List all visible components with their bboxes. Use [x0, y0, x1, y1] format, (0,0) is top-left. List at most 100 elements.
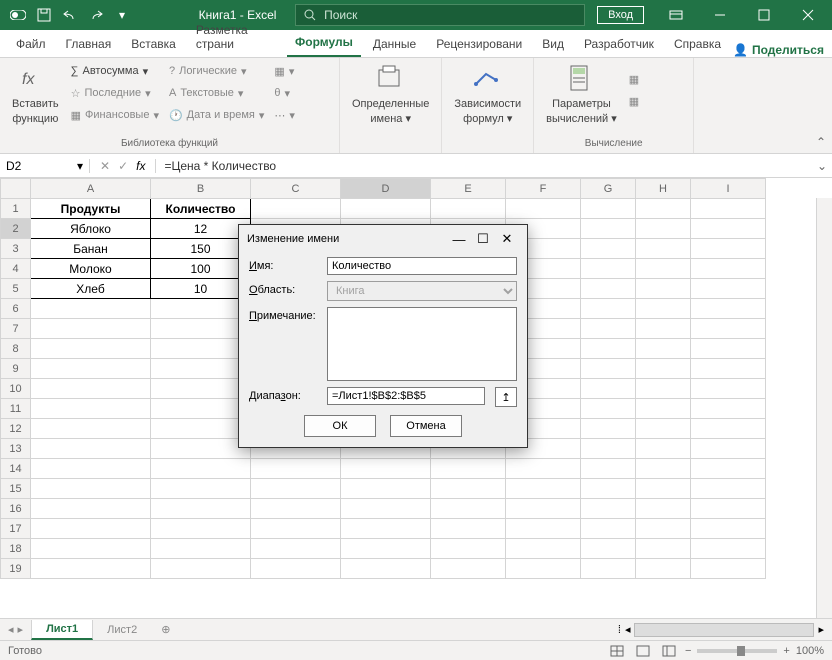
cell[interactable]: [341, 479, 431, 499]
col-header-D[interactable]: D: [341, 179, 431, 199]
cell[interactable]: [581, 219, 636, 239]
cell[interactable]: [581, 539, 636, 559]
cell[interactable]: [31, 499, 151, 519]
cell[interactable]: [506, 459, 581, 479]
col-header-C[interactable]: C: [251, 179, 341, 199]
enter-formula-icon[interactable]: ✓: [118, 159, 128, 173]
formula-input[interactable]: =Цена * Количество: [156, 159, 812, 173]
cell[interactable]: [636, 479, 691, 499]
cell[interactable]: [691, 239, 766, 259]
zoom-level[interactable]: 100%: [796, 645, 824, 657]
sheet-nav-prev-icon[interactable]: ◂: [8, 623, 14, 636]
row-header[interactable]: 16: [1, 499, 31, 519]
row-header[interactable]: 11: [1, 399, 31, 419]
cancel-formula-icon[interactable]: ✕: [100, 159, 110, 173]
cell[interactable]: [691, 299, 766, 319]
cell[interactable]: [691, 479, 766, 499]
cell[interactable]: [151, 399, 251, 419]
cell[interactable]: [31, 559, 151, 579]
zoom-slider[interactable]: [697, 649, 777, 653]
row-header[interactable]: 8: [1, 339, 31, 359]
range-picker-icon[interactable]: ↥: [495, 387, 517, 407]
cell[interactable]: [151, 359, 251, 379]
cell[interactable]: [636, 319, 691, 339]
row-header[interactable]: 1: [1, 199, 31, 219]
cell[interactable]: [31, 339, 151, 359]
math-button[interactable]: θ▾: [270, 82, 299, 104]
row-header[interactable]: 12: [1, 419, 31, 439]
cell[interactable]: [691, 319, 766, 339]
cell[interactable]: [151, 559, 251, 579]
cell[interactable]: [431, 539, 506, 559]
recent-button[interactable]: ☆Последние ▾: [67, 82, 163, 104]
row-header[interactable]: 14: [1, 459, 31, 479]
tab-formulas[interactable]: Формулы: [287, 29, 361, 57]
range-input[interactable]: [327, 387, 485, 405]
cell[interactable]: [691, 379, 766, 399]
cell[interactable]: [636, 239, 691, 259]
share-button[interactable]: 👤Поделиться: [733, 43, 824, 57]
cell[interactable]: [151, 319, 251, 339]
cell[interactable]: [691, 359, 766, 379]
cell[interactable]: Продукты: [31, 199, 151, 219]
cell[interactable]: [251, 459, 341, 479]
cell[interactable]: [341, 519, 431, 539]
name-input[interactable]: [327, 257, 517, 275]
tab-help[interactable]: Справка: [666, 31, 729, 57]
cell[interactable]: [581, 499, 636, 519]
dialog-maximize-icon[interactable]: ☐: [471, 231, 495, 247]
expand-formula-bar-icon[interactable]: ⌄: [812, 159, 832, 173]
cell[interactable]: [581, 379, 636, 399]
ribbon-display-icon[interactable]: [656, 0, 696, 30]
tab-review[interactable]: Рецензировани: [428, 31, 530, 57]
col-header-I[interactable]: I: [691, 179, 766, 199]
cell[interactable]: [691, 539, 766, 559]
cell[interactable]: 150: [151, 239, 251, 259]
cell[interactable]: [431, 479, 506, 499]
row-header[interactable]: 2: [1, 219, 31, 239]
cell[interactable]: [31, 439, 151, 459]
cell[interactable]: [431, 519, 506, 539]
scope-select[interactable]: Книга: [327, 281, 517, 301]
cell[interactable]: [506, 479, 581, 499]
row-header[interactable]: 19: [1, 559, 31, 579]
sheet-nav-next-icon[interactable]: ▸: [18, 623, 24, 636]
cell[interactable]: [636, 199, 691, 219]
cell[interactable]: [691, 519, 766, 539]
cell[interactable]: [31, 419, 151, 439]
cell[interactable]: Молоко: [31, 259, 151, 279]
row-header[interactable]: 9: [1, 359, 31, 379]
col-header-A[interactable]: A: [31, 179, 151, 199]
cell[interactable]: [636, 219, 691, 239]
more-fn-button[interactable]: ⋯▾: [270, 104, 299, 126]
collapse-ribbon-icon[interactable]: ⌃: [816, 135, 826, 149]
cell[interactable]: [341, 459, 431, 479]
autosave-toggle[interactable]: [6, 3, 30, 27]
cell[interactable]: [31, 479, 151, 499]
cell[interactable]: [31, 359, 151, 379]
datetime-button[interactable]: 🕐Дата и время ▾: [165, 104, 268, 126]
name-box[interactable]: D2▾: [0, 159, 90, 173]
cell[interactable]: [506, 199, 581, 219]
calc-options-button[interactable]: Параметры вычислений ▾: [540, 60, 623, 130]
cell[interactable]: [691, 419, 766, 439]
cell[interactable]: [251, 539, 341, 559]
cell[interactable]: [431, 459, 506, 479]
cell[interactable]: [251, 499, 341, 519]
col-header-H[interactable]: H: [636, 179, 691, 199]
cell[interactable]: [431, 559, 506, 579]
cell[interactable]: [636, 539, 691, 559]
cell[interactable]: [636, 559, 691, 579]
cell[interactable]: [691, 259, 766, 279]
cell[interactable]: [151, 419, 251, 439]
dialog-titlebar[interactable]: Изменение имени — ☐ ✕: [239, 225, 527, 253]
cell[interactable]: [151, 339, 251, 359]
cell[interactable]: [636, 439, 691, 459]
tab-developer[interactable]: Разработчик: [576, 31, 662, 57]
row-header[interactable]: 7: [1, 319, 31, 339]
select-all[interactable]: [1, 179, 31, 199]
cell[interactable]: [691, 219, 766, 239]
cell[interactable]: [151, 479, 251, 499]
cell[interactable]: [151, 379, 251, 399]
row-header[interactable]: 3: [1, 239, 31, 259]
